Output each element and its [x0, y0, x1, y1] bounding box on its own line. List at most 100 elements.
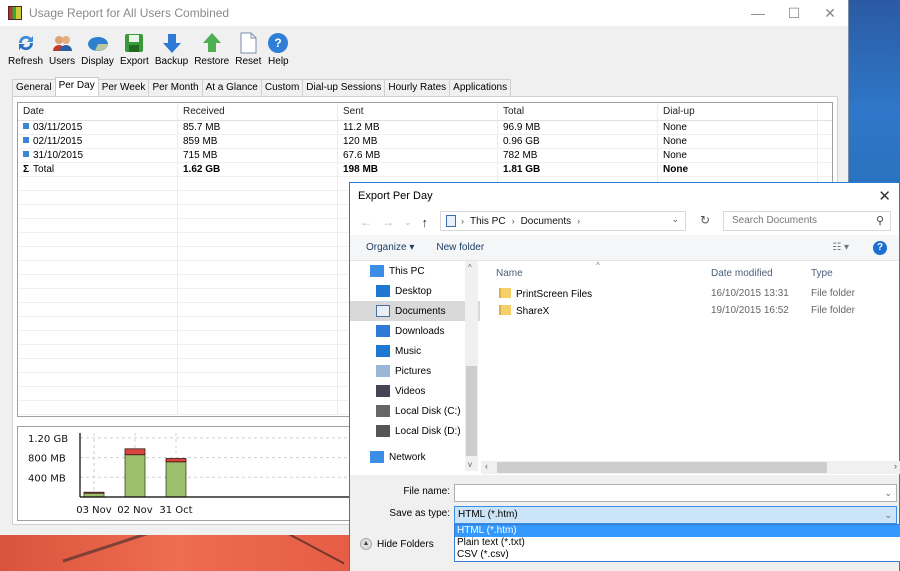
bar-received: [165, 461, 187, 498]
nav-item-documents[interactable]: Documents: [350, 301, 480, 321]
table-cell: 782 MB: [498, 149, 658, 162]
users-button[interactable]: Users: [49, 32, 75, 67]
table-cell: 1.81 GB: [498, 163, 658, 176]
search-input[interactable]: Search Documents ⚲: [723, 211, 891, 231]
tab-custom[interactable]: Custom: [260, 79, 304, 96]
desktop-icon: [376, 285, 390, 297]
save-type-option[interactable]: Plain text (*.txt): [455, 537, 900, 549]
column-header-name[interactable]: Name: [496, 268, 523, 279]
save-type-option[interactable]: HTML (*.htm): [455, 525, 900, 537]
address-dropdown-icon[interactable]: ⌄: [671, 214, 679, 225]
table-row[interactable]: 03/11/2015 85.7 MB 11.2 MB 96.9 MB None: [18, 121, 832, 135]
refresh-button[interactable]: Refresh: [8, 32, 43, 67]
nav-item-local-disk-d[interactable]: Local Disk (D:): [350, 421, 480, 441]
file-name-input[interactable]: ⌄: [454, 484, 897, 502]
reset-button[interactable]: Reset: [235, 32, 261, 67]
table-cell: 96.9 MB: [498, 121, 658, 134]
tab-per-day[interactable]: Per Day: [54, 77, 99, 96]
nav-item-desktop[interactable]: Desktop: [350, 281, 480, 301]
minimize-button[interactable]: —: [740, 0, 776, 26]
refresh-icon[interactable]: ↻: [700, 213, 710, 227]
table-total-row[interactable]: Σ Total 1.62 GB 198 MB 1.81 GB None: [18, 163, 832, 177]
folder-icon: [499, 305, 511, 315]
view-options-button[interactable]: ☷ ▾: [832, 242, 849, 253]
tab-hourly-rates[interactable]: Hourly Rates: [384, 79, 451, 96]
table-cell: Σ Total: [18, 163, 178, 176]
dialog-close-button[interactable]: ✕: [878, 187, 891, 205]
tab-general[interactable]: General: [12, 79, 56, 96]
save-as-type-select[interactable]: HTML (*.htm) ⌄: [454, 506, 897, 524]
display-icon: [87, 32, 109, 54]
breadcrumb-this-pc[interactable]: This PC: [470, 216, 506, 227]
close-button[interactable]: ✕: [812, 0, 848, 26]
back-button[interactable]: ←: [360, 215, 372, 229]
search-icon[interactable]: ⚲: [876, 212, 884, 230]
column-header-date[interactable]: Date: [18, 103, 178, 120]
table-row[interactable]: 02/11/2015 859 MB 120 MB 0.96 GB None: [18, 135, 832, 149]
desktop-background: [0, 535, 350, 571]
bar-received: [124, 454, 146, 498]
bar-sent: [165, 458, 187, 463]
row-bullet-icon: [23, 151, 29, 157]
up-button[interactable]: ↑: [422, 215, 429, 230]
new-folder-button[interactable]: New folder: [436, 242, 484, 253]
table-cell: 02/11/2015: [18, 135, 178, 148]
backup-button[interactable]: Backup: [155, 32, 188, 67]
export-dialog: Export Per Day ✕ ← → ⌄ ↑ › This PC › Doc…: [349, 182, 900, 571]
bar-sent: [83, 491, 105, 494]
file-list-horizontal-scrollbar[interactable]: ‹ ›: [481, 461, 900, 474]
save-type-option[interactable]: CSV (*.csv): [455, 549, 900, 561]
tab-applications[interactable]: Applications: [449, 79, 512, 96]
hide-folders-button[interactable]: ▲ Hide Folders: [360, 538, 434, 550]
breadcrumb-documents[interactable]: Documents: [521, 216, 572, 227]
display-button[interactable]: Display: [81, 32, 114, 67]
column-header-total[interactable]: Total: [498, 103, 658, 120]
restore-button[interactable]: Restore: [194, 32, 229, 67]
chevron-down-icon[interactable]: ⌄: [884, 485, 892, 501]
row-bullet-icon: [23, 137, 29, 143]
tab-per-month[interactable]: Per Month: [148, 79, 203, 96]
downloads-icon: [376, 325, 390, 337]
nav-item-local-disk-c[interactable]: Local Disk (C:): [350, 401, 480, 421]
file-list-item[interactable]: PrintScreen Files 16/10/2015 13:31 File fo…: [481, 285, 900, 302]
file-list-item[interactable]: ShareX 19/10/2015 16:52 File folder: [481, 302, 900, 319]
nav-item-this-pc[interactable]: This PC: [350, 261, 480, 281]
organize-button[interactable]: Organize ▾: [366, 242, 414, 253]
column-header-date-modified[interactable]: Date modified: [711, 268, 773, 279]
forward-button[interactable]: →: [382, 215, 394, 229]
column-header-type[interactable]: Type: [811, 268, 833, 279]
window-title: Usage Report for All Users Combined: [29, 6, 230, 20]
music-icon: [376, 345, 390, 357]
maximize-button[interactable]: ☐: [776, 0, 812, 26]
nav-pane-scrollbar[interactable]: ^ v: [465, 261, 478, 471]
nav-item-music[interactable]: Music: [350, 341, 480, 361]
tab-at-a-glance[interactable]: At a Glance: [201, 79, 262, 96]
tab-per-week[interactable]: Per Week: [97, 79, 150, 96]
row-bullet-icon: [23, 123, 29, 129]
chevron-down-icon[interactable]: ⌄: [884, 507, 892, 523]
dialog-footer: File name: ⌄ Save as type: HTML (*.htm) …: [350, 475, 900, 571]
table-cell: 31/10/2015: [18, 149, 178, 162]
column-header-sent[interactable]: Sent: [338, 103, 498, 120]
nav-item-pictures[interactable]: Pictures: [350, 361, 480, 381]
export-button[interactable]: Export: [120, 32, 149, 67]
column-header-received[interactable]: Received: [178, 103, 338, 120]
nav-item-network[interactable]: Network: [350, 447, 480, 467]
help-button[interactable]: ? Help: [267, 32, 289, 67]
toolbar: Refresh Users Display Export Backup Rest…: [0, 26, 848, 78]
file-list-header: ^ Name Date modified Type: [481, 261, 900, 285]
table-row[interactable]: 31/10/2015 715 MB 67.6 MB 782 MB None: [18, 149, 832, 163]
tab-dialup-sessions[interactable]: Dial-up Sessions: [302, 79, 386, 96]
svg-text:?: ?: [275, 36, 282, 50]
table-cell: 198 MB: [338, 163, 498, 176]
help-icon[interactable]: ?: [873, 241, 887, 255]
nav-item-downloads[interactable]: Downloads: [350, 321, 480, 341]
column-header-dialup[interactable]: Dial-up: [658, 103, 818, 120]
nav-item-videos[interactable]: Videos: [350, 381, 480, 401]
network-icon: [370, 451, 384, 463]
address-bar[interactable]: › This PC › Documents › ⌄: [440, 211, 686, 231]
drive-c-icon: [376, 405, 390, 417]
table-cell: None: [658, 121, 818, 134]
sort-ascending-icon: ^: [596, 261, 600, 270]
recent-locations-button[interactable]: ⌄: [404, 217, 412, 228]
